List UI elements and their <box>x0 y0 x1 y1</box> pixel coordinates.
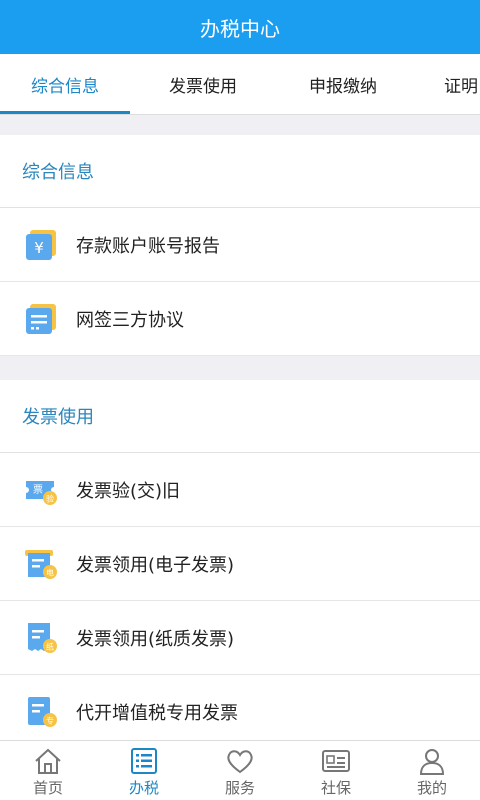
tax-icon <box>131 748 157 774</box>
title-bar: 办税中心 <box>0 0 480 54</box>
tab-invoice-use[interactable]: 发票使用 <box>138 54 268 114</box>
paper-invoice-icon: 纸 <box>24 621 58 655</box>
nav-home[interactable]: 首页 <box>0 741 96 800</box>
vat-invoice-icon: 专 <box>24 695 58 729</box>
list-item-tripartite-agreement[interactable]: 网签三方协议 <box>0 282 480 356</box>
list-item-label: 存款账户账号报告 <box>76 235 220 257</box>
section-general-info: 综合信息 ¥ 存款账户账号报告 网签三方协议 <box>0 135 480 356</box>
nav-label: 社保 <box>320 779 351 797</box>
svg-text:电: 电 <box>46 567 54 577</box>
svg-text:¥: ¥ <box>34 239 44 257</box>
svg-text:票: 票 <box>33 484 43 496</box>
list-item-e-invoice-collect[interactable]: 电 发票领用(电子发票) <box>0 527 480 601</box>
list-item-invoice-verify[interactable]: 票 验 发票验(交)旧 <box>0 453 480 527</box>
nav-label: 办税 <box>128 779 159 797</box>
section-title: 综合信息 <box>0 135 480 208</box>
nav-label: 服务 <box>224 779 255 797</box>
tab-certificate[interactable]: 证明 <box>436 54 480 114</box>
tab-general-info[interactable]: 综合信息 <box>0 54 130 114</box>
list-item-deposit-account-report[interactable]: ¥ 存款账户账号报告 <box>0 208 480 282</box>
nav-service[interactable]: 服务 <box>192 741 288 800</box>
agreement-icon <box>24 302 58 336</box>
deposit-account-icon: ¥ <box>24 228 58 262</box>
list-item-label: 发票验(交)旧 <box>76 480 181 502</box>
svg-text:专: 专 <box>46 715 54 725</box>
page-title: 办税中心 <box>200 16 280 41</box>
home-icon <box>35 748 61 774</box>
heart-icon <box>227 750 253 774</box>
active-tab-indicator <box>0 111 130 114</box>
invoice-verify-icon: 票 验 <box>24 473 58 507</box>
user-icon <box>419 749 445 775</box>
svg-text:验: 验 <box>46 493 54 503</box>
list-item-label: 发票领用(纸质发票) <box>76 628 235 650</box>
section-title: 发票使用 <box>0 380 480 453</box>
svg-text:纸: 纸 <box>46 641 54 651</box>
bottom-navigation: 首页 办税 服务 社保 我的 <box>0 740 480 800</box>
list-item-label: 代开增值税专用发票 <box>76 702 238 724</box>
nav-social-security[interactable]: 社保 <box>288 741 384 800</box>
list-item-label: 网签三方协议 <box>76 309 184 331</box>
nav-label: 首页 <box>32 779 63 797</box>
tab-bar: 综合信息 发票使用 申报缴纳 证明 <box>0 54 480 115</box>
section-invoice-use: 发票使用 票 验 发票验(交)旧 电 发票领用(电子发票) 纸 发票领用(纸质发… <box>0 380 480 749</box>
e-invoice-icon: 电 <box>24 547 58 581</box>
nav-tax[interactable]: 办税 <box>96 741 192 800</box>
list-item-vat-special-invoice[interactable]: 专 代开增值税专用发票 <box>0 675 480 749</box>
nav-label: 我的 <box>416 779 447 797</box>
list-item-paper-invoice-collect[interactable]: 纸 发票领用(纸质发票) <box>0 601 480 675</box>
list-item-label: 发票领用(电子发票) <box>76 554 235 576</box>
nav-mine[interactable]: 我的 <box>384 741 480 800</box>
tab-declare-pay[interactable]: 申报缴纳 <box>278 54 408 114</box>
id-card-icon <box>322 750 350 772</box>
